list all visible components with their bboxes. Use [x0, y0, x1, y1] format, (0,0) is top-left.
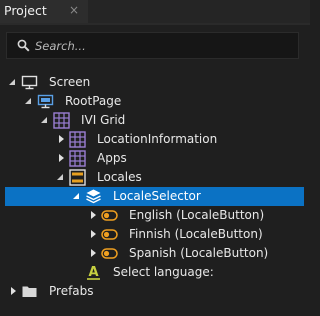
tree-item-apps[interactable]: Apps — [0, 149, 310, 168]
tree-item-finnish[interactable]: Finnish (LocaleButton) — [0, 225, 310, 244]
tree-item-locales-label: Locales — [97, 170, 142, 184]
close-icon[interactable]: × — [67, 2, 81, 18]
collapsed-arrow-icon[interactable] — [89, 230, 97, 238]
tree-item-english[interactable]: English (LocaleButton) — [0, 206, 310, 225]
search-input[interactable] — [35, 37, 285, 55]
tree-item-english-label: English (LocaleButton) — [129, 208, 265, 222]
svg-text:A: A — [88, 265, 98, 280]
grid-layout-icon — [53, 112, 70, 129]
toggle-button-icon — [101, 229, 118, 240]
tab-project-label: Project — [4, 3, 47, 18]
grid-layout-icon — [69, 131, 86, 148]
screen-icon — [21, 75, 38, 90]
tree-item-ivi-grid[interactable]: IVI Grid — [0, 111, 310, 130]
expanded-arrow-icon[interactable] — [56, 173, 64, 181]
grid-layout-icon — [69, 150, 86, 167]
tree-item-spanish-label: Spanish (LocaleButton) — [129, 246, 269, 260]
tree-item-screen[interactable]: Screen — [0, 73, 310, 92]
project-panel: Screen RootPage IVI Grid — [0, 25, 310, 316]
search-box[interactable] — [6, 32, 299, 59]
tree-item-prefabs-label: Prefabs — [49, 284, 94, 298]
tree-item-screen-label: Screen — [49, 75, 91, 89]
tree-item-ivi-grid-label: IVI Grid — [81, 113, 126, 127]
tree-item-select-language-label: Select language: — [113, 265, 214, 279]
tree-item-location-information-label: LocationInformation — [97, 132, 218, 146]
tree-item-location-information[interactable]: LocationInformation — [0, 130, 310, 149]
expanded-arrow-icon[interactable] — [24, 97, 32, 105]
layers-icon — [86, 189, 101, 204]
tree-item-root-page-label: RootPage — [65, 94, 122, 108]
collapsed-arrow-icon[interactable] — [89, 211, 97, 219]
tree-item-locale-selector-label: LocaleSelector — [113, 189, 201, 203]
collapsed-arrow-icon[interactable] — [57, 135, 65, 143]
text-block-icon: A — [87, 265, 100, 280]
tree-item-select-language[interactable]: A Select language: — [0, 263, 310, 282]
tab-project[interactable]: Project × — [0, 0, 88, 23]
collapsed-arrow-icon[interactable] — [9, 287, 17, 295]
page-icon — [37, 94, 54, 109]
toggle-button-icon — [101, 248, 118, 259]
expanded-arrow-icon[interactable] — [8, 78, 16, 86]
collapsed-arrow-icon[interactable] — [89, 249, 97, 257]
tree-item-prefabs[interactable]: Prefabs — [0, 282, 310, 301]
expanded-arrow-icon[interactable] — [40, 116, 48, 124]
search-icon — [17, 39, 30, 52]
expanded-arrow-icon[interactable] — [72, 192, 80, 200]
tree-item-apps-label: Apps — [97, 151, 127, 165]
tree-item-locale-selector[interactable]: LocaleSelector — [5, 187, 304, 206]
toggle-button-icon — [101, 210, 118, 221]
collapsed-arrow-icon[interactable] — [57, 154, 65, 162]
tree-item-spanish[interactable]: Spanish (LocaleButton) — [0, 244, 310, 263]
tree-item-locales[interactable]: Locales — [0, 168, 310, 187]
tree-item-finnish-label: Finnish (LocaleButton) — [129, 227, 263, 241]
folder-icon — [22, 286, 37, 297]
tree-item-root-page[interactable]: RootPage — [0, 92, 310, 111]
stack-layout-icon — [69, 169, 86, 186]
panel-tab-bar: Project × — [0, 0, 310, 23]
